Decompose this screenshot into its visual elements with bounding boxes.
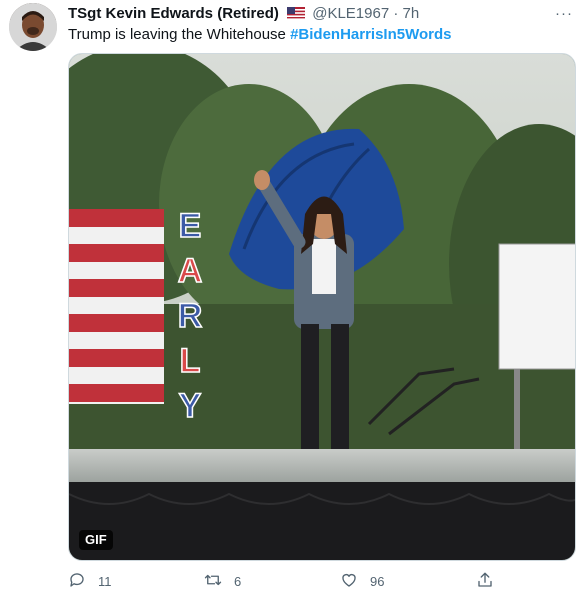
share-icon: [476, 571, 494, 592]
gif-frame: E A R L Y: [69, 54, 575, 560]
sign-letter-y: Y: [179, 387, 202, 425]
tweet-header: TSgt Kevin Edwards (Retired) @KLE1967 · …: [68, 4, 573, 24]
tweet-text: Trump is leaving the Whitehouse #BidenHa…: [68, 25, 452, 45]
flag-banner: [69, 209, 164, 404]
heart-icon: [340, 571, 358, 592]
retweet-button[interactable]: 6: [204, 571, 241, 592]
us-flag-icon: [287, 6, 306, 26]
author-name[interactable]: TSgt Kevin Edwards (Retired): [68, 5, 279, 22]
tweet-media-gif[interactable]: E A R L Y GIF: [68, 53, 576, 561]
hashtag-link[interactable]: #BidenHarrisIn5Words: [290, 26, 451, 43]
sign-letter-l: L: [180, 342, 201, 380]
like-button[interactable]: 96: [340, 571, 384, 592]
reply-button[interactable]: 11: [68, 571, 112, 592]
retweet-count: 6: [234, 574, 242, 589]
separator-dot: ·: [393, 5, 399, 22]
author-handle[interactable]: @KLE1967: [312, 5, 389, 22]
sign-letter-e: E: [179, 207, 202, 245]
tweet-actions: 11 6 96: [68, 571, 508, 591]
reply-count: 11: [98, 574, 112, 589]
stage-floor: [69, 449, 575, 484]
reply-icon: [68, 571, 86, 592]
more-options-icon[interactable]: ···: [555, 4, 573, 24]
stage-screen: [498, 243, 575, 370]
tweet: TSgt Kevin Edwards (Retired) @KLE1967 · …: [0, 0, 587, 590]
early-sign: E A R L Y: [177, 206, 203, 426]
sign-letter-a: A: [178, 252, 203, 290]
share-button[interactable]: [476, 571, 494, 592]
stage-skirt: [69, 482, 575, 560]
avatar[interactable]: [9, 3, 57, 51]
sign-letter-r: R: [178, 297, 203, 335]
timestamp[interactable]: 7h: [403, 5, 420, 22]
gif-badge: GIF: [79, 530, 113, 550]
retweet-icon: [204, 571, 222, 592]
tweet-body: Trump is leaving the Whitehouse: [68, 26, 291, 43]
like-count: 96: [370, 574, 385, 589]
